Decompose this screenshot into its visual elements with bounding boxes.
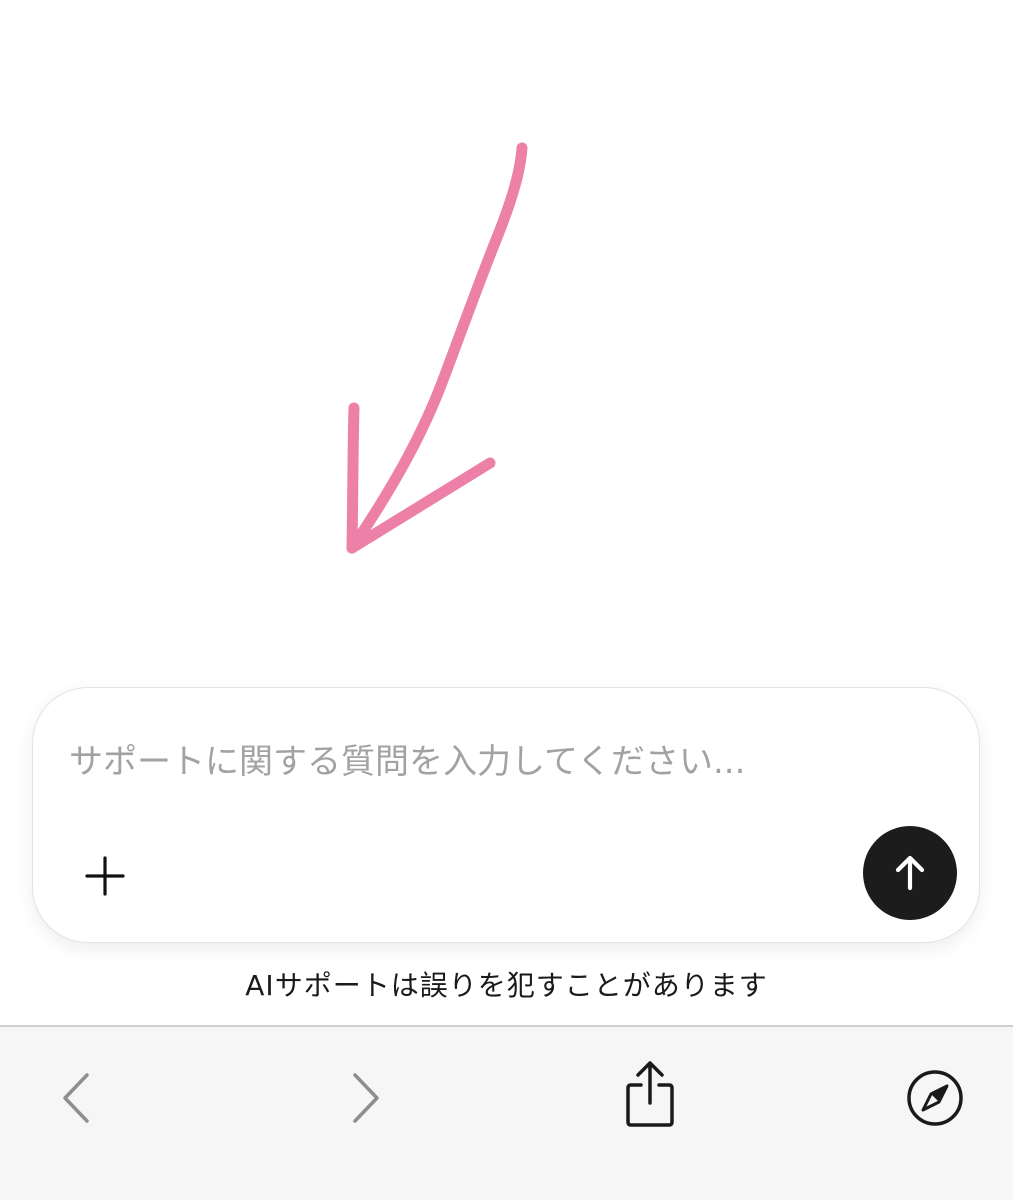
- chevron-right-icon: [353, 1073, 379, 1123]
- question-input[interactable]: [69, 726, 929, 798]
- ai-disclaimer: AIサポートは誤りを犯すことがあります: [245, 969, 768, 1002]
- chevron-left-icon: [63, 1073, 89, 1123]
- send-button[interactable]: [863, 826, 957, 920]
- hand-drawn-arrow-icon: [346, 142, 528, 554]
- plus-icon: [85, 856, 125, 896]
- back-button[interactable]: [40, 1063, 110, 1133]
- forward-button[interactable]: [332, 1063, 402, 1133]
- arrow-up-icon: [895, 855, 925, 891]
- safari-button[interactable]: [900, 1063, 970, 1133]
- compass-icon: [907, 1070, 963, 1126]
- attach-button[interactable]: [77, 848, 133, 904]
- share-button[interactable]: [615, 1059, 685, 1129]
- share-icon: [626, 1061, 674, 1127]
- chat-composer: [32, 687, 980, 943]
- browser-toolbar: [0, 1025, 1013, 1200]
